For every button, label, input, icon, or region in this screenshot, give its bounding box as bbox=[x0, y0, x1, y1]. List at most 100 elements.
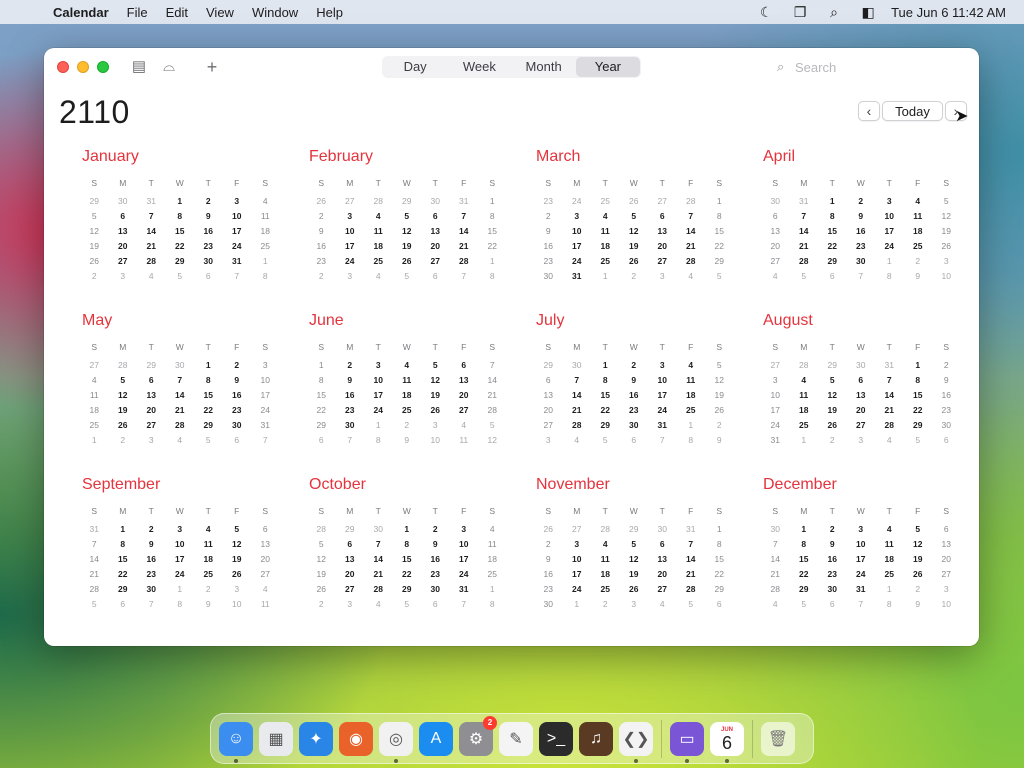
day-cell[interactable]: 3 bbox=[563, 537, 592, 552]
day-cell[interactable]: 1 bbox=[705, 194, 734, 209]
day-cell[interactable]: 8 bbox=[705, 209, 734, 224]
day-cell-adjacent[interactable]: 4 bbox=[364, 597, 393, 612]
day-cell[interactable]: 26 bbox=[393, 254, 422, 269]
day-cell[interactable]: 31 bbox=[450, 582, 479, 597]
day-cell[interactable]: 27 bbox=[137, 418, 166, 433]
day-cell[interactable]: 26 bbox=[620, 254, 649, 269]
day-cell[interactable]: 13 bbox=[847, 388, 876, 403]
day-cell[interactable]: 11 bbox=[80, 388, 109, 403]
month-name[interactable]: March bbox=[536, 148, 734, 168]
day-cell[interactable]: 20 bbox=[109, 239, 138, 254]
day-cell[interactable]: 18 bbox=[194, 552, 223, 567]
day-cell[interactable]: 8 bbox=[194, 373, 223, 388]
day-cell[interactable]: 16 bbox=[194, 224, 223, 239]
month-name[interactable]: May bbox=[82, 312, 280, 332]
day-cell-adjacent[interactable]: 3 bbox=[648, 269, 677, 284]
day-cell[interactable]: 22 bbox=[478, 239, 507, 254]
month-january[interactable]: January S M T W T F S 29 30 31 1 2 3 4 5 6 7 8 9 10 11 12 13 14 1… bbox=[80, 148, 280, 284]
day-cell[interactable]: 2 bbox=[336, 358, 365, 373]
day-cell-adjacent[interactable]: 29 bbox=[393, 194, 422, 209]
day-cell[interactable]: 20 bbox=[648, 567, 677, 582]
day-cell-adjacent[interactable]: 1 bbox=[478, 254, 507, 269]
day-cell[interactable]: 19 bbox=[705, 388, 734, 403]
day-cell[interactable]: 19 bbox=[818, 403, 847, 418]
month-may[interactable]: May S M T W T F S 27 28 29 30 1 2 3 4 5 6 7 8 9 10 11 12 13 14 15 1… bbox=[80, 312, 280, 448]
day-cell[interactable]: 6 bbox=[109, 209, 138, 224]
day-cell-adjacent[interactable]: 4 bbox=[761, 597, 790, 612]
day-cell[interactable]: 11 bbox=[478, 537, 507, 552]
day-cell[interactable]: 23 bbox=[194, 239, 223, 254]
day-cell[interactable]: 10 bbox=[875, 209, 904, 224]
day-cell[interactable]: 16 bbox=[620, 388, 649, 403]
day-cell[interactable]: 21 bbox=[563, 403, 592, 418]
day-cell-adjacent[interactable]: 29 bbox=[137, 358, 166, 373]
calendars-list-icon[interactable]: ▤ bbox=[129, 58, 149, 76]
day-cell[interactable]: 17 bbox=[761, 403, 790, 418]
day-cell[interactable]: 7 bbox=[563, 373, 592, 388]
day-cell[interactable]: 27 bbox=[251, 567, 280, 582]
day-cell[interactable]: 22 bbox=[705, 239, 734, 254]
day-cell[interactable]: 27 bbox=[932, 567, 961, 582]
day-cell[interactable]: 24 bbox=[875, 239, 904, 254]
day-cell[interactable]: 9 bbox=[932, 373, 961, 388]
day-cell[interactable]: 21 bbox=[790, 239, 819, 254]
day-cell[interactable]: 13 bbox=[932, 537, 961, 552]
day-cell-adjacent[interactable]: 1 bbox=[875, 254, 904, 269]
day-cell[interactable]: 3 bbox=[336, 209, 365, 224]
day-cell[interactable]: 28 bbox=[761, 582, 790, 597]
day-cell-adjacent[interactable]: 30 bbox=[563, 358, 592, 373]
day-cell[interactable]: 10 bbox=[336, 224, 365, 239]
day-cell-adjacent[interactable]: 8 bbox=[875, 269, 904, 284]
day-cell[interactable]: 5 bbox=[223, 522, 252, 537]
day-cell-adjacent[interactable]: 31 bbox=[790, 194, 819, 209]
day-cell-adjacent[interactable]: 27 bbox=[563, 522, 592, 537]
day-cell[interactable]: 29 bbox=[818, 254, 847, 269]
tab-month[interactable]: Month bbox=[512, 57, 576, 77]
day-cell-adjacent[interactable]: 1 bbox=[563, 597, 592, 612]
day-cell[interactable]: 2 bbox=[818, 522, 847, 537]
day-cell[interactable]: 9 bbox=[223, 373, 252, 388]
day-cell[interactable]: 13 bbox=[336, 552, 365, 567]
day-cell-adjacent[interactable]: 4 bbox=[761, 269, 790, 284]
day-cell[interactable]: 28 bbox=[364, 582, 393, 597]
day-cell[interactable]: 28 bbox=[563, 418, 592, 433]
day-cell-adjacent[interactable]: 4 bbox=[450, 418, 479, 433]
day-cell-adjacent[interactable]: 6 bbox=[818, 597, 847, 612]
day-cell[interactable]: 21 bbox=[137, 239, 166, 254]
day-cell-adjacent[interactable]: 28 bbox=[364, 194, 393, 209]
month-name[interactable]: July bbox=[536, 312, 734, 332]
day-cell-adjacent[interactable]: 7 bbox=[847, 597, 876, 612]
dock-firefox[interactable]: ◉ bbox=[339, 721, 373, 756]
day-cell-adjacent[interactable]: 6 bbox=[818, 269, 847, 284]
day-cell[interactable]: 7 bbox=[478, 358, 507, 373]
day-cell-adjacent[interactable]: 7 bbox=[336, 433, 365, 448]
day-cell[interactable]: 17 bbox=[847, 552, 876, 567]
day-cell[interactable]: 3 bbox=[223, 194, 252, 209]
day-cell[interactable]: 22 bbox=[591, 403, 620, 418]
day-cell[interactable]: 11 bbox=[194, 537, 223, 552]
day-cell[interactable]: 28 bbox=[677, 254, 706, 269]
day-cell-adjacent[interactable]: 28 bbox=[591, 522, 620, 537]
month-name[interactable]: October bbox=[309, 476, 507, 496]
day-cell-adjacent[interactable]: 23 bbox=[534, 194, 563, 209]
day-cell[interactable]: 22 bbox=[790, 567, 819, 582]
day-cell-adjacent[interactable]: 30 bbox=[648, 522, 677, 537]
day-cell[interactable]: 25 bbox=[677, 403, 706, 418]
day-cell[interactable]: 1 bbox=[904, 358, 933, 373]
day-cell[interactable]: 5 bbox=[904, 522, 933, 537]
day-cell-adjacent[interactable]: 4 bbox=[563, 433, 592, 448]
day-cell[interactable]: 2 bbox=[847, 194, 876, 209]
month-april[interactable]: April S M T W T F S 30 31 1 2 3 4 5 6 7 8 9 10 11 12 13 14 15 16 1… bbox=[761, 148, 961, 284]
day-cell-adjacent[interactable]: 2 bbox=[393, 418, 422, 433]
day-cell[interactable]: 2 bbox=[307, 209, 336, 224]
day-cell[interactable]: 14 bbox=[364, 552, 393, 567]
day-cell[interactable]: 30 bbox=[818, 582, 847, 597]
day-cell[interactable]: 22 bbox=[194, 403, 223, 418]
day-cell-adjacent[interactable]: 6 bbox=[223, 433, 252, 448]
day-cell[interactable]: 13 bbox=[648, 224, 677, 239]
day-cell-adjacent[interactable]: 4 bbox=[251, 582, 280, 597]
day-cell-adjacent[interactable]: 26 bbox=[307, 194, 336, 209]
day-cell[interactable]: 6 bbox=[450, 358, 479, 373]
day-cell[interactable]: 18 bbox=[251, 224, 280, 239]
day-cell-adjacent[interactable]: 2 bbox=[307, 269, 336, 284]
